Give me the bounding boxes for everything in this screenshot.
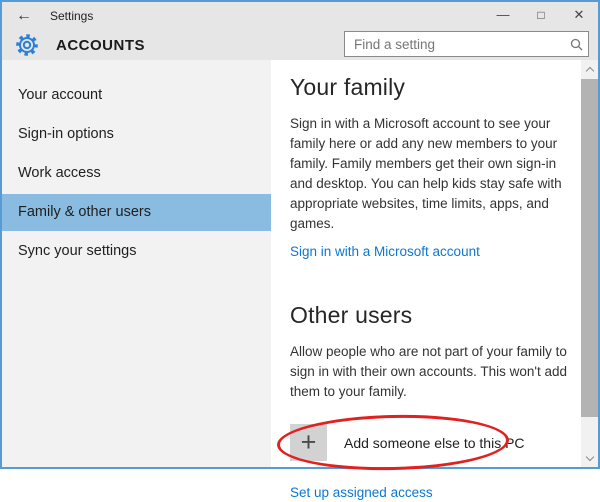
sign-in-microsoft-account-link[interactable]: Sign in with a Microsoft account <box>290 244 480 259</box>
back-button[interactable]: ← <box>2 2 46 30</box>
section-heading-your-family: Your family <box>290 74 573 101</box>
minimize-button[interactable]: — <box>484 2 522 30</box>
search-input[interactable] <box>345 37 564 52</box>
sidebar-item-sign-in-options[interactable]: Sign-in options <box>2 116 271 153</box>
search-icon[interactable] <box>564 38 588 51</box>
sidebar-item-work-access[interactable]: Work access <box>2 155 271 192</box>
your-family-description: Sign in with a Microsoft account to see … <box>290 114 573 234</box>
scrollbar[interactable] <box>581 60 598 467</box>
set-up-assigned-access-link[interactable]: Set up assigned access <box>290 485 433 500</box>
content-pane: Your family Sign in with a Microsoft acc… <box>271 60 581 467</box>
sidebar-item-your-account[interactable]: Your account <box>2 77 271 114</box>
add-someone-else-button[interactable]: + Add someone else to this PC <box>290 424 542 461</box>
titlebar: ← Settings — □ ✕ <box>2 2 598 30</box>
sidebar-item-sync-your-settings[interactable]: Sync your settings <box>2 233 271 270</box>
page-title: ACCOUNTS <box>56 37 145 54</box>
maximize-button[interactable]: □ <box>522 2 560 30</box>
window-controls: — □ ✕ <box>484 2 598 30</box>
window-title: Settings <box>50 9 93 23</box>
settings-gear-icon <box>15 33 39 57</box>
sidebar-item-family-other-users[interactable]: Family & other users <box>2 194 271 231</box>
settings-window: ← Settings — □ ✕ ACCOUNTS <box>0 0 600 469</box>
scrollbar-track[interactable] <box>581 77 598 450</box>
other-users-description: Allow people who are not part of your fa… <box>290 342 573 402</box>
add-someone-else-label: Add someone else to this PC <box>344 435 525 451</box>
search-box <box>344 31 589 57</box>
main-area: Your account Sign-in options Work access… <box>2 60 598 467</box>
section-heading-other-users: Other users <box>290 302 573 329</box>
scroll-down-icon[interactable] <box>581 450 598 467</box>
sidebar: Your account Sign-in options Work access… <box>2 60 271 467</box>
plus-icon: + <box>290 424 327 461</box>
scrollbar-thumb[interactable] <box>581 79 598 417</box>
close-button[interactable]: ✕ <box>560 2 598 30</box>
page-header: ACCOUNTS <box>2 30 598 60</box>
scroll-up-icon[interactable] <box>581 60 598 77</box>
